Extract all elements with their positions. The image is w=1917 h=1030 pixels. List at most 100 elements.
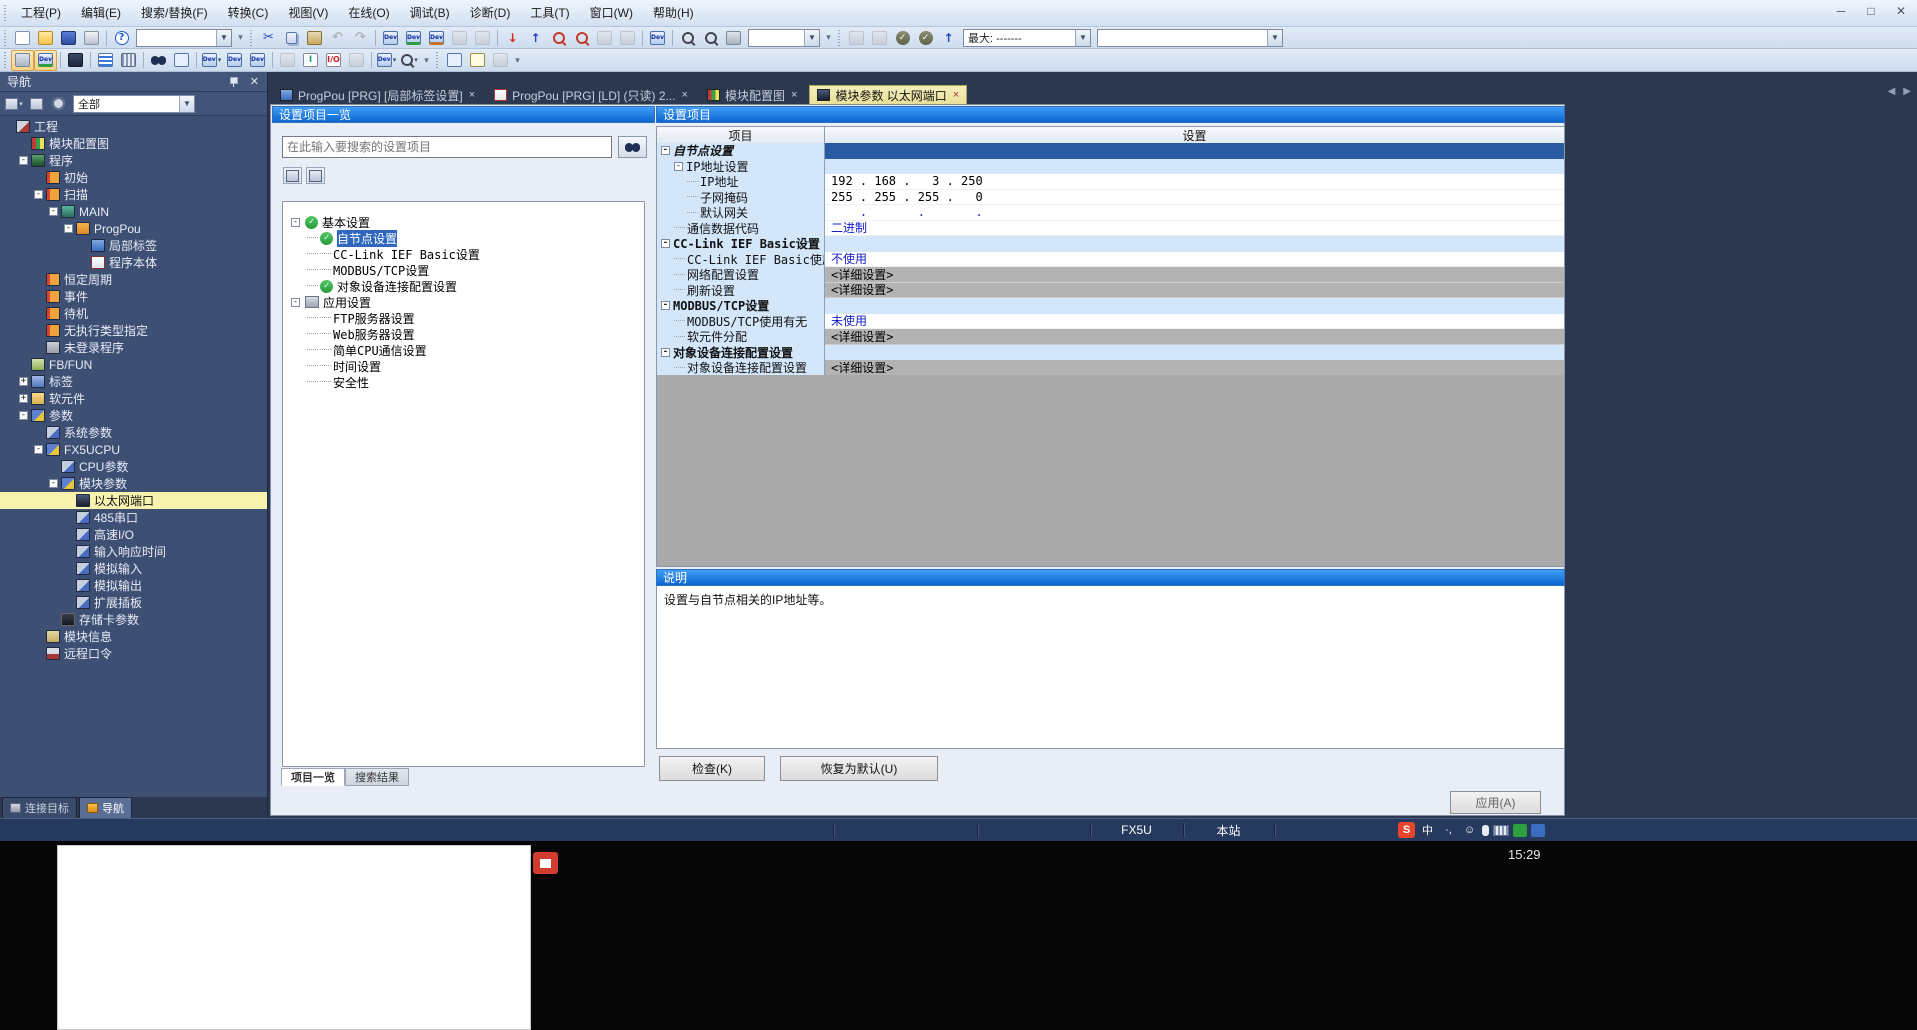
find-icon[interactable]	[147, 50, 170, 71]
monitor-watch-1-icon[interactable]	[547, 27, 570, 48]
setting-tree-item[interactable]: FTP服务器设置	[283, 310, 644, 326]
setting-value-cell[interactable]: 未使用	[825, 314, 1564, 330]
collapse-box-icon[interactable]: -	[291, 218, 300, 227]
nav-tree-item[interactable]: FB/FUN	[0, 356, 267, 373]
nav-tree-item[interactable]: 局部标签	[0, 237, 267, 254]
settings-table-row[interactable]: 子网掩码255 . 255 . 255 . 0	[657, 190, 1564, 206]
open-project-icon[interactable]	[34, 27, 57, 48]
search-button[interactable]	[618, 136, 647, 158]
pause-monitor-icon[interactable]	[845, 27, 868, 48]
menu-item[interactable]: 编辑(E)	[71, 3, 131, 23]
current-device-display-icon[interactable]: Dev	[646, 27, 669, 48]
close-icon[interactable]: ✕	[250, 75, 259, 88]
nav-tree-item[interactable]: 待机	[0, 305, 267, 322]
menu-item[interactable]: 视图(V)	[278, 3, 338, 23]
print-icon[interactable]	[80, 27, 103, 48]
nav-tree-item[interactable]: CPU参数	[0, 458, 267, 475]
collapse-box-icon[interactable]: -	[49, 207, 58, 216]
tab-scroll-left-icon[interactable]: ◀	[1888, 86, 1896, 97]
setting-tree-item[interactable]: CC-Link IEF Basic设置	[283, 246, 644, 262]
setting-tree-item[interactable]: 简单CPU通信设置	[283, 342, 644, 358]
collapse-box-icon[interactable]: -	[49, 479, 58, 488]
nav-tree-item[interactable]: 高速I/O	[0, 526, 267, 543]
program-check-ok-1-icon[interactable]: ✓	[891, 27, 914, 48]
collapse-box-icon[interactable]: -	[661, 146, 670, 155]
verify-2-icon[interactable]	[616, 27, 639, 48]
setting-value-cell[interactable]: 192 . 168 . 3 . 250	[825, 174, 1564, 190]
note-display-icon[interactable]	[466, 50, 489, 71]
watch-max-combo[interactable]: 最大: -------▼	[963, 29, 1091, 47]
read-from-plc-icon[interactable]: ↑	[524, 27, 547, 48]
chevron-down-icon[interactable]: ▼	[1075, 30, 1090, 46]
settings-table-row[interactable]: 网络配置设置<详细设置>	[657, 267, 1564, 283]
collapse-box-icon[interactable]: -	[661, 239, 670, 248]
settings-table-row[interactable]: -CC-Link IEF Basic设置	[657, 236, 1564, 252]
display-setting-icon[interactable]	[489, 50, 512, 71]
tab-close-icon[interactable]: ×	[953, 89, 959, 101]
capture-1-icon[interactable]	[448, 27, 471, 48]
setting-tree-item[interactable]: -✓基本设置	[283, 214, 644, 230]
settings-table-row[interactable]: IP地址192 . 168 . 3 . 250	[657, 174, 1564, 190]
settings-table-row[interactable]: 对象设备连接配置设置<详细设置>	[657, 360, 1564, 376]
toolbar-overflow-icon[interactable]: ▾	[823, 32, 834, 43]
toolbox-icon[interactable]	[1531, 824, 1545, 837]
menu-item[interactable]: 工具(T)	[520, 3, 579, 23]
setting-value-cell[interactable]: <详细设置>	[825, 329, 1564, 345]
settings-table-row[interactable]: CC-Link IEF Basic使用有无不使用	[657, 252, 1564, 268]
collapse-box-icon[interactable]: -	[661, 348, 670, 357]
check-button[interactable]: 检查(K)	[659, 756, 765, 781]
tab-close-icon[interactable]: ×	[791, 89, 797, 101]
collapse-box-icon[interactable]: -	[34, 190, 43, 199]
program-operation-icon[interactable]	[276, 50, 299, 71]
monitor-watch-2-icon[interactable]	[570, 27, 593, 48]
device-monitor-2-icon[interactable]: Dev	[402, 27, 425, 48]
setting-tree-item[interactable]: ✓对象设备连接配置设置	[283, 278, 644, 294]
menu-item[interactable]: 工程(P)	[11, 3, 71, 23]
collapse-box-icon[interactable]: -	[291, 298, 300, 307]
toolbar-overflow-icon[interactable]: ▾	[421, 55, 432, 66]
settings-table-row[interactable]: 软元件分配<详细设置>	[657, 329, 1564, 345]
copy-icon[interactable]	[280, 27, 303, 48]
navigation-filter-combo[interactable]: 全部 ▼	[73, 95, 195, 113]
settings-table-row[interactable]: -MODBUS/TCP设置	[657, 298, 1564, 314]
window-preview[interactable]	[57, 845, 531, 1030]
nav-tree-item[interactable]: 事件	[0, 288, 267, 305]
nav-tree-item[interactable]: 无执行类型指定	[0, 322, 267, 339]
collapse-box-icon[interactable]: -	[64, 224, 73, 233]
find-device-icon[interactable]: ▾	[398, 50, 421, 71]
setting-tree-item[interactable]: MODBUS/TCP设置	[283, 262, 644, 278]
restore-default-button[interactable]: 恢复为默认(U)	[780, 756, 938, 781]
toolbar-overflow-icon[interactable]: ▾	[235, 32, 246, 43]
settings-table-row[interactable]: 默认网关 . . .	[657, 205, 1564, 221]
nav-tree-item[interactable]: -ProgPou	[0, 220, 267, 237]
cross-reference-icon[interactable]	[345, 50, 368, 71]
document-tab[interactable]: ProgPou [PRG] [局部标签设置]×	[273, 86, 482, 104]
setting-tree-item[interactable]: 安全性	[283, 374, 644, 390]
collapse-box-icon[interactable]: -	[19, 156, 28, 165]
document-tab[interactable]: 模块配置图×	[700, 86, 804, 104]
device-monitor-icon[interactable]: Dev	[379, 27, 402, 48]
punctuation-icon[interactable]: ·,	[1440, 822, 1457, 838]
nav-tree-item[interactable]: 输入响应时间	[0, 543, 267, 560]
nav-tree-item[interactable]: 程序本体	[0, 254, 267, 271]
nav-tree-item[interactable]: -扫描	[0, 186, 267, 203]
emoji-icon[interactable]: ☺	[1461, 822, 1478, 838]
nav-tree-item[interactable]: 以太网端口	[0, 492, 267, 509]
module-configuration-icon[interactable]: Dev	[34, 50, 57, 71]
keyboard-icon[interactable]	[1493, 825, 1509, 836]
input-entry-icon[interactable]	[117, 50, 140, 71]
paste-icon[interactable]	[303, 27, 326, 48]
tab-close-icon[interactable]: ×	[682, 89, 688, 101]
nav-tree-item[interactable]: 初始	[0, 169, 267, 186]
expand-all-icon[interactable]	[306, 167, 325, 184]
nav-tree-item[interactable]: 远程口令	[0, 645, 267, 662]
nav-tree-item[interactable]: 未登录程序	[0, 339, 267, 356]
nav-tree-item[interactable]: 工程	[0, 118, 267, 135]
settings-table-row[interactable]: 刷新设置<详细设置>	[657, 283, 1564, 299]
device-comment-display-icon[interactable]: Dev▾	[200, 50, 223, 71]
setting-tree-item[interactable]: 时间设置	[283, 358, 644, 374]
tree-display-icon[interactable]: ▾	[4, 95, 24, 113]
setting-value-cell[interactable]: 二进制	[825, 221, 1564, 237]
keyword-combo[interactable]: ▼	[136, 29, 232, 47]
gear-icon[interactable]	[48, 95, 68, 113]
